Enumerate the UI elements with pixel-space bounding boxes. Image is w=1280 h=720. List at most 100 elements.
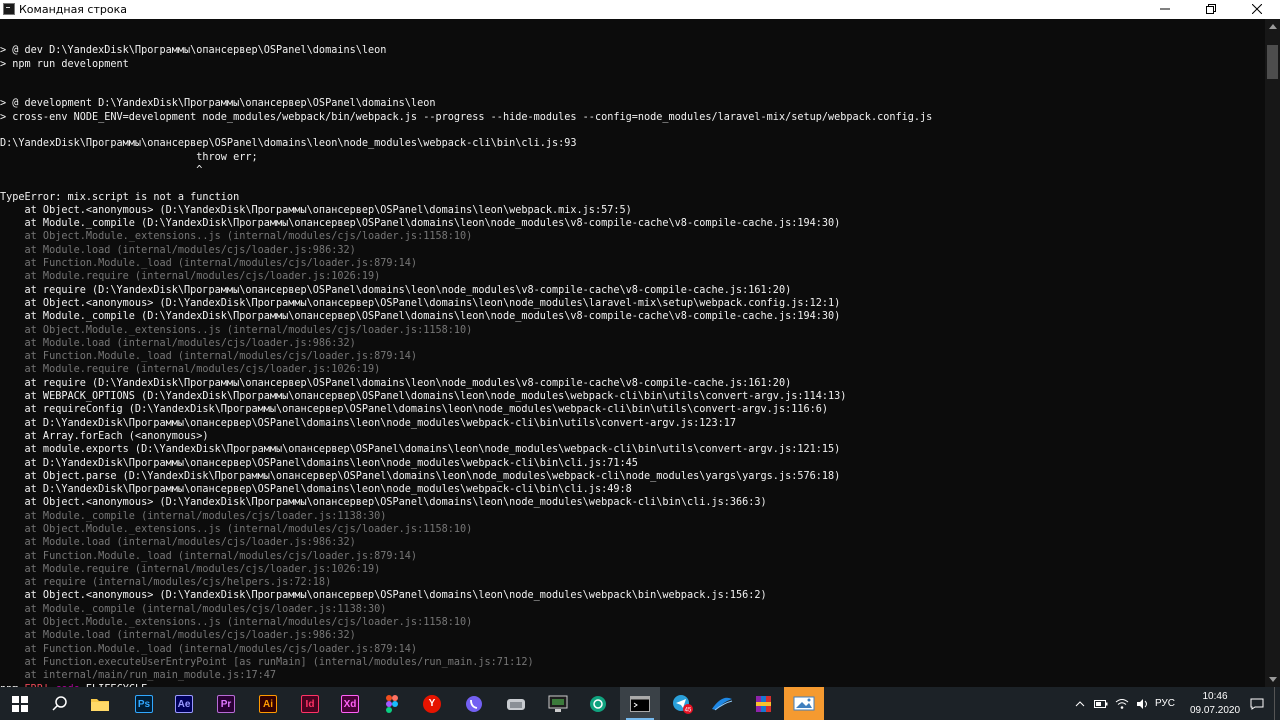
console-line: at Object.Module._extensions..js (intern…: [0, 231, 473, 243]
action-center-button[interactable]: [1245, 687, 1269, 720]
console-line: at Object.<anonymous> (D:\YandexDisk\Про…: [0, 590, 767, 602]
console-line: at module.exports (D:\YandexDisk\Програм…: [0, 444, 841, 456]
tray-clock[interactable]: 10:46 09.07.2020: [1185, 690, 1245, 718]
taskbar-app-monitor[interactable]: [538, 687, 578, 720]
taskbar-app-premiere[interactable]: Pr: [206, 687, 246, 720]
notification-icon: [1250, 698, 1264, 710]
telegram-icon: 45: [673, 694, 693, 714]
console-line: at Module.require (internal/modules/cjs/…: [0, 364, 381, 376]
clock-time: 10:46: [1202, 691, 1228, 702]
tray-language[interactable]: РУС: [1152, 687, 1178, 720]
console-line: at internal/main/run_main_module.js:17:4…: [0, 670, 277, 682]
close-icon: [1251, 3, 1263, 15]
console-line: at require (D:\YandexDisk\Программы\опан…: [0, 284, 792, 296]
viber-icon: [466, 695, 482, 712]
console-line: at Module._compile (internal/modules/cjs…: [0, 510, 387, 522]
console-line: at Object.Module._extensions..js (intern…: [0, 523, 473, 535]
windows-logo-icon: [12, 695, 28, 712]
taskbar: Ps Ae Pr Ai Id Xd Y 45 РУС 10:46 09.07.2…: [0, 687, 1280, 720]
console-line: > @ development D:\YandexDisk\Программы\…: [0, 98, 436, 110]
taskbar-app-viber[interactable]: [454, 687, 494, 720]
console-line: at require (internal/modules/cjs/helpers…: [0, 577, 332, 589]
wave-icon: [712, 697, 733, 710]
search-button[interactable]: [40, 687, 80, 720]
console-line: at Object.parse (D:\YandexDisk\Программы…: [0, 470, 841, 482]
taskbar-app-photoshop[interactable]: Ps: [124, 687, 164, 720]
minimize-icon: [1160, 8, 1170, 10]
file-explorer-button[interactable]: [80, 687, 120, 720]
indesign-icon: Id: [301, 694, 319, 713]
console-line: at Function.Module._load (internal/modul…: [0, 643, 418, 655]
photoshop-icon: Ps: [135, 694, 153, 713]
console-line: throw err;: [0, 151, 258, 163]
tray-network[interactable]: [1112, 687, 1132, 720]
cmd-icon: [630, 695, 650, 712]
start-button[interactable]: [0, 687, 40, 720]
volume-icon: [1137, 698, 1147, 709]
chevron-up-icon: [1075, 700, 1085, 706]
taskbar-app-illustrator[interactable]: Ai: [248, 687, 288, 720]
restore-icon: [1206, 4, 1216, 14]
scrollbar-thumb[interactable]: [1267, 45, 1278, 79]
openai-icon: [590, 695, 606, 712]
telegram-badge: 45: [685, 707, 692, 713]
taskbar-app-winrar[interactable]: [744, 687, 784, 720]
console-line: at Function.Module._load (internal/modul…: [0, 550, 418, 562]
console-line: at Module.load (internal/modules/cjs/loa…: [0, 630, 356, 642]
search-icon: [52, 695, 67, 711]
premiere-icon: Pr: [217, 694, 235, 713]
cloud-icon: [507, 698, 525, 710]
taskbar-app-after-effects[interactable]: Ae: [164, 687, 204, 720]
image-icon: [793, 696, 815, 710]
maximize-button[interactable]: [1188, 0, 1234, 19]
console-line: at Array.forEach (<anonymous>): [0, 430, 209, 442]
wifi-icon: [1115, 698, 1129, 709]
console-output[interactable]: > @ dev D:\YandexDisk\Программы\опансерв…: [0, 19, 1265, 687]
figma-icon: [386, 694, 398, 713]
console-line: at require (D:\YandexDisk\Программы\опан…: [0, 377, 792, 389]
taskbar-app-cloud[interactable]: [496, 687, 536, 720]
console-line: at Module.load (internal/modules/cjs/loa…: [0, 337, 356, 349]
taskbar-app-wave[interactable]: [702, 687, 742, 720]
taskbar-app-indesign[interactable]: Id: [290, 687, 330, 720]
taskbar-app-figma[interactable]: [372, 687, 412, 720]
taskbar-app-xd[interactable]: Xd: [330, 687, 370, 720]
scroll-down-icon[interactable]: [1269, 677, 1277, 682]
console-line: > @ dev D:\YandexDisk\Программы\опансерв…: [0, 45, 387, 57]
tray-volume[interactable]: [1133, 687, 1153, 720]
taskbar-app-highlight[interactable]: [784, 687, 824, 720]
close-button[interactable]: [1234, 0, 1280, 19]
taskbar-app-chatgpt[interactable]: [578, 687, 618, 720]
console-line: at WEBPACK_OPTIONS (D:\YandexDisk\Програ…: [0, 391, 847, 403]
taskbar-app-command-prompt[interactable]: [620, 687, 660, 720]
console-line: > cross-env NODE_ENV=development node_mo…: [0, 111, 933, 123]
yandex-browser-icon: Y: [423, 694, 441, 713]
tray-battery[interactable]: [1091, 687, 1111, 720]
console-line: at Object.<anonymous> (D:\YandexDisk\Про…: [0, 497, 767, 509]
console-line: at Object.<anonymous> (D:\YandexDisk\Про…: [0, 204, 632, 216]
window-titlebar[interactable]: Командная строка: [0, 0, 1280, 19]
console-line: at Module.require (internal/modules/cjs/…: [0, 271, 381, 283]
show-desktop-button[interactable]: [1274, 687, 1280, 720]
cmd-app-icon: [3, 3, 15, 15]
taskbar-app-yandex-browser[interactable]: Y: [412, 687, 452, 720]
scroll-up-icon[interactable]: [1269, 24, 1277, 29]
console-line: at Module._compile (internal/modules/cjs…: [0, 603, 387, 615]
minimize-button[interactable]: [1142, 0, 1188, 19]
archive-icon: [756, 695, 771, 712]
console-line: at Module._compile (D:\YandexDisk\Програ…: [0, 218, 841, 230]
console-line: at requireConfig (D:\YandexDisk\Программ…: [0, 404, 829, 416]
console-line: at Module.require (internal/modules/cjs/…: [0, 563, 381, 575]
console-line: at Object.Module._extensions..js (intern…: [0, 617, 473, 629]
console-line: at Module._compile (D:\YandexDisk\Програ…: [0, 311, 841, 323]
console-line: at D:\YandexDisk\Программы\опансервер\OS…: [0, 484, 632, 496]
vertical-scrollbar[interactable]: [1265, 19, 1280, 687]
after-effects-icon: Ae: [175, 694, 193, 713]
console-lines: > @ dev D:\YandexDisk\Программы\опансерв…: [0, 31, 932, 687]
illustrator-icon: Ai: [259, 694, 277, 713]
taskbar-app-telegram[interactable]: 45: [662, 687, 702, 720]
tray-show-hidden[interactable]: [1070, 687, 1090, 720]
